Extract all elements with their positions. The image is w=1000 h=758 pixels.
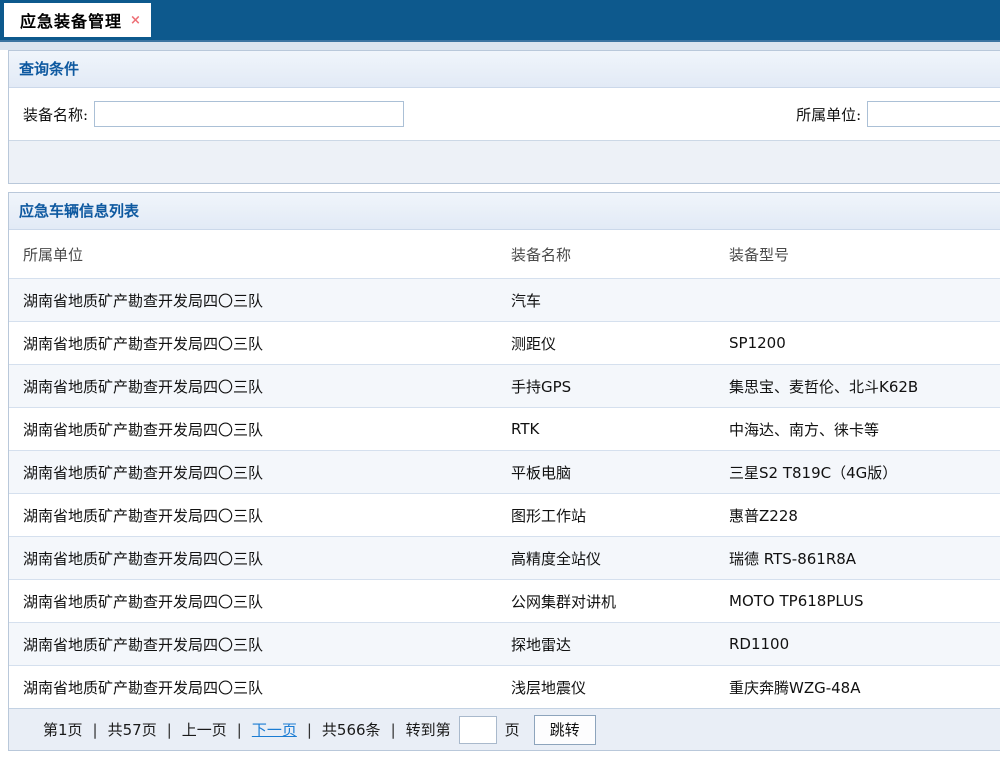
- cell-equipment-name: 平板电脑: [497, 462, 715, 483]
- table-body: 湖南省地质矿产勘查开发局四〇三队 汽车 湖南省地质矿产勘查开发局四〇三队 测距仪…: [9, 278, 1000, 708]
- cell-equipment-name: 探地雷达: [497, 634, 715, 655]
- table-row: 湖南省地质矿产勘查开发局四〇三队 高精度全站仪 瑞德 RTS-861R8A: [9, 536, 1000, 579]
- list-panel: 应急车辆信息列表 所属单位 装备名称 装备型号 湖南省地质矿产勘查开发局四〇三队…: [8, 192, 1000, 751]
- cell-unit: 湖南省地质矿产勘查开发局四〇三队: [9, 462, 497, 483]
- cell-equipment-model: 三星S2 T819C（4G版）: [715, 462, 1000, 483]
- cell-unit: 湖南省地质矿产勘查开发局四〇三队: [9, 548, 497, 569]
- table-row: 湖南省地质矿产勘查开发局四〇三队 测距仪 SP1200: [9, 321, 1000, 364]
- cell-unit: 湖南省地质矿产勘查开发局四〇三队: [9, 505, 497, 526]
- header-divider-strip: [0, 42, 1000, 50]
- query-panel-footer: [9, 140, 1000, 183]
- total-pages-label: 共57页: [108, 719, 157, 740]
- column-header-equipment-model: 装备型号: [715, 244, 1000, 265]
- cell-unit: 湖南省地质矿产勘查开发局四〇三队: [9, 634, 497, 655]
- separator: |: [391, 721, 396, 739]
- prev-page-link[interactable]: 上一页: [182, 719, 227, 740]
- cell-equipment-name: 手持GPS: [497, 376, 715, 397]
- separator: |: [307, 721, 312, 739]
- table-row: 湖南省地质矿产勘查开发局四〇三队 RTK 中海达、南方、徕卡等: [9, 407, 1000, 450]
- cell-unit: 湖南省地质矿产勘查开发局四〇三队: [9, 290, 497, 311]
- cell-equipment-name: 测距仪: [497, 333, 715, 354]
- tab-emergency-equipment[interactable]: 应急装备管理 ×: [4, 3, 151, 37]
- table-row: 湖南省地质矿产勘查开发局四〇三队 探地雷达 RD1100: [9, 622, 1000, 665]
- cell-equipment-model: 集思宝、麦哲伦、北斗K62B: [715, 376, 1000, 397]
- equipment-name-label: 装备名称:: [23, 104, 88, 125]
- list-panel-title: 应急车辆信息列表: [9, 193, 1000, 230]
- goto-prefix-label: 转到第: [406, 719, 451, 740]
- total-items-label: 共566条: [322, 719, 381, 740]
- tab-title: 应急装备管理: [20, 8, 122, 32]
- top-tab-bar: 应急装备管理 ×: [0, 0, 1000, 42]
- goto-suffix-label: 页: [505, 719, 520, 740]
- current-page-label: 第1页: [43, 719, 83, 740]
- cell-equipment-model: MOTO TP618PLUS: [715, 592, 1000, 610]
- cell-equipment-model: RD1100: [715, 635, 1000, 653]
- cell-equipment-model: 惠普Z228: [715, 505, 1000, 526]
- cell-equipment-name: 浅层地震仪: [497, 677, 715, 698]
- cell-equipment-name: RTK: [497, 420, 715, 438]
- query-panel: 查询条件 装备名称: 所属单位:: [8, 50, 1000, 184]
- cell-equipment-name: 图形工作站: [497, 505, 715, 526]
- cell-equipment-model: 中海达、南方、徕卡等: [715, 419, 1000, 440]
- cell-unit: 湖南省地质矿产勘查开发局四〇三队: [9, 376, 497, 397]
- equipment-name-input[interactable]: [94, 101, 404, 127]
- table-row: 湖南省地质矿产勘查开发局四〇三队 浅层地震仪 重庆奔腾WZG-48A: [9, 665, 1000, 708]
- cell-unit: 湖南省地质矿产勘查开发局四〇三队: [9, 333, 497, 354]
- table-row: 湖南省地质矿产勘查开发局四〇三队 平板电脑 三星S2 T819C（4G版）: [9, 450, 1000, 493]
- query-panel-title: 查询条件: [9, 51, 1000, 88]
- close-icon[interactable]: ×: [130, 13, 141, 28]
- unit-label: 所属单位:: [796, 104, 861, 125]
- column-header-equipment-name: 装备名称: [497, 244, 715, 265]
- unit-input[interactable]: [867, 101, 1000, 127]
- query-form-row: 装备名称: 所属单位:: [9, 88, 1000, 140]
- cell-equipment-name: 汽车: [497, 290, 715, 311]
- table-row: 湖南省地质矿产勘查开发局四〇三队 手持GPS 集思宝、麦哲伦、北斗K62B: [9, 364, 1000, 407]
- cell-unit: 湖南省地质矿产勘查开发局四〇三队: [9, 419, 497, 440]
- cell-equipment-name: 高精度全站仪: [497, 548, 715, 569]
- table-row: 湖南省地质矿产勘查开发局四〇三队 汽车: [9, 278, 1000, 321]
- cell-equipment-model: SP1200: [715, 334, 1000, 352]
- next-page-link[interactable]: 下一页: [252, 719, 297, 740]
- panel-gap: [0, 184, 1000, 192]
- table-header-row: 所属单位 装备名称 装备型号: [9, 230, 1000, 278]
- jump-button[interactable]: 跳转: [534, 715, 596, 745]
- cell-unit: 湖南省地质矿产勘查开发局四〇三队: [9, 677, 497, 698]
- pagination-bar: 第1页 | 共57页 | 上一页 | 下一页 | 共566条 | 转到第 页 跳…: [9, 708, 1000, 750]
- separator: |: [93, 721, 98, 739]
- column-header-unit: 所属单位: [9, 244, 497, 265]
- separator: |: [237, 721, 242, 739]
- cell-unit: 湖南省地质矿产勘查开发局四〇三队: [9, 591, 497, 612]
- cell-equipment-model: 重庆奔腾WZG-48A: [715, 677, 1000, 698]
- goto-page-input[interactable]: [459, 716, 497, 744]
- cell-equipment-name: 公网集群对讲机: [497, 591, 715, 612]
- separator: |: [167, 721, 172, 739]
- table-row: 湖南省地质矿产勘查开发局四〇三队 图形工作站 惠普Z228: [9, 493, 1000, 536]
- table-row: 湖南省地质矿产勘查开发局四〇三队 公网集群对讲机 MOTO TP618PLUS: [9, 579, 1000, 622]
- cell-equipment-model: 瑞德 RTS-861R8A: [715, 548, 1000, 569]
